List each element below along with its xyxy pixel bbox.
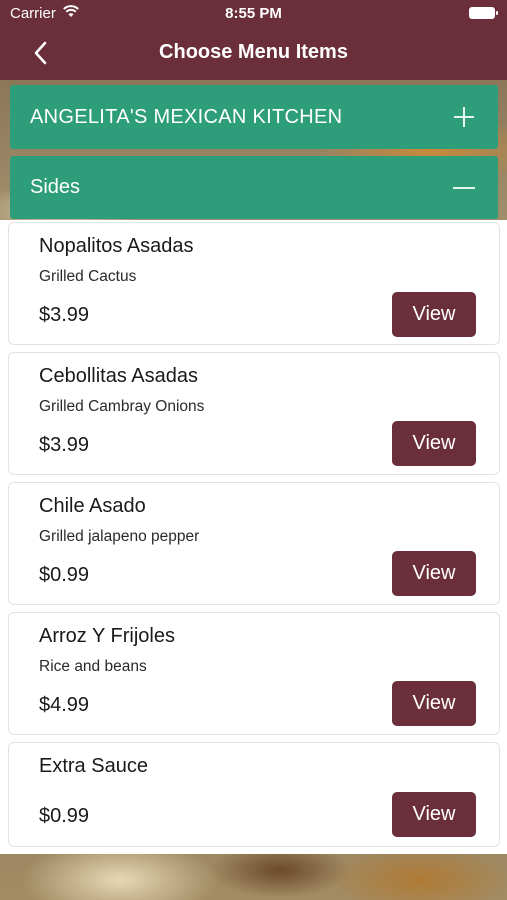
restaurant-name: ANGELITA'S MEXICAN KITCHEN <box>30 106 343 128</box>
item-description: Grilled Cambray Onions <box>39 398 205 415</box>
item-name: Arroz Y Frijoles <box>39 625 175 647</box>
item-name: Nopalitos Asadas <box>39 235 194 257</box>
status-time: 8:55 PM <box>225 5 282 22</box>
menu-item-card: Cebollitas Asadas Grilled Cambray Onions… <box>8 352 500 475</box>
view-button[interactable]: View <box>392 292 476 337</box>
item-price: $4.99 <box>39 694 90 716</box>
menu-item-card: Chile Asado Grilled jalapeno pepper $0.9… <box>8 482 500 605</box>
item-description: Grilled jalapeno pepper <box>39 528 200 545</box>
restaurant-section-header[interactable]: ANGELITA'S MEXICAN KITCHEN <box>10 85 498 149</box>
item-price: $3.99 <box>39 304 90 326</box>
item-price: $3.99 <box>39 434 90 456</box>
view-button[interactable]: View <box>392 681 476 726</box>
item-price: $0.99 <box>39 564 90 586</box>
menu-item-card: Extra Sauce $0.99 View <box>8 742 500 847</box>
view-button[interactable]: View <box>392 792 476 837</box>
view-button[interactable]: View <box>392 421 476 466</box>
item-price: $0.99 <box>39 805 90 827</box>
item-description: Rice and beans <box>39 658 147 675</box>
minus-icon[interactable] <box>452 176 476 200</box>
item-description: Grilled Cactus <box>39 268 137 285</box>
menu-item-card: Arroz Y Frijoles Rice and beans $4.99 Vi… <box>8 612 500 735</box>
item-name: Extra Sauce <box>39 755 148 777</box>
category-name: Sides <box>30 176 81 198</box>
menu-item-card: Nopalitos Asadas Grilled Cactus $3.99 Vi… <box>8 222 500 345</box>
page-title: Choose Menu Items <box>159 41 348 63</box>
item-name: Chile Asado <box>39 495 146 517</box>
navigation-bar: Choose Menu Items <box>0 28 507 80</box>
item-name: Cebollitas Asadas <box>39 365 198 387</box>
status-bar: Carrier 8:55 PM <box>0 0 507 28</box>
plus-icon[interactable] <box>452 105 476 129</box>
view-button[interactable]: View <box>392 551 476 596</box>
menu-item-list: Nopalitos Asadas Grilled Cactus $3.99 Vi… <box>0 220 507 854</box>
battery-icon <box>469 7 498 19</box>
sides-section-header[interactable]: Sides <box>10 156 498 219</box>
